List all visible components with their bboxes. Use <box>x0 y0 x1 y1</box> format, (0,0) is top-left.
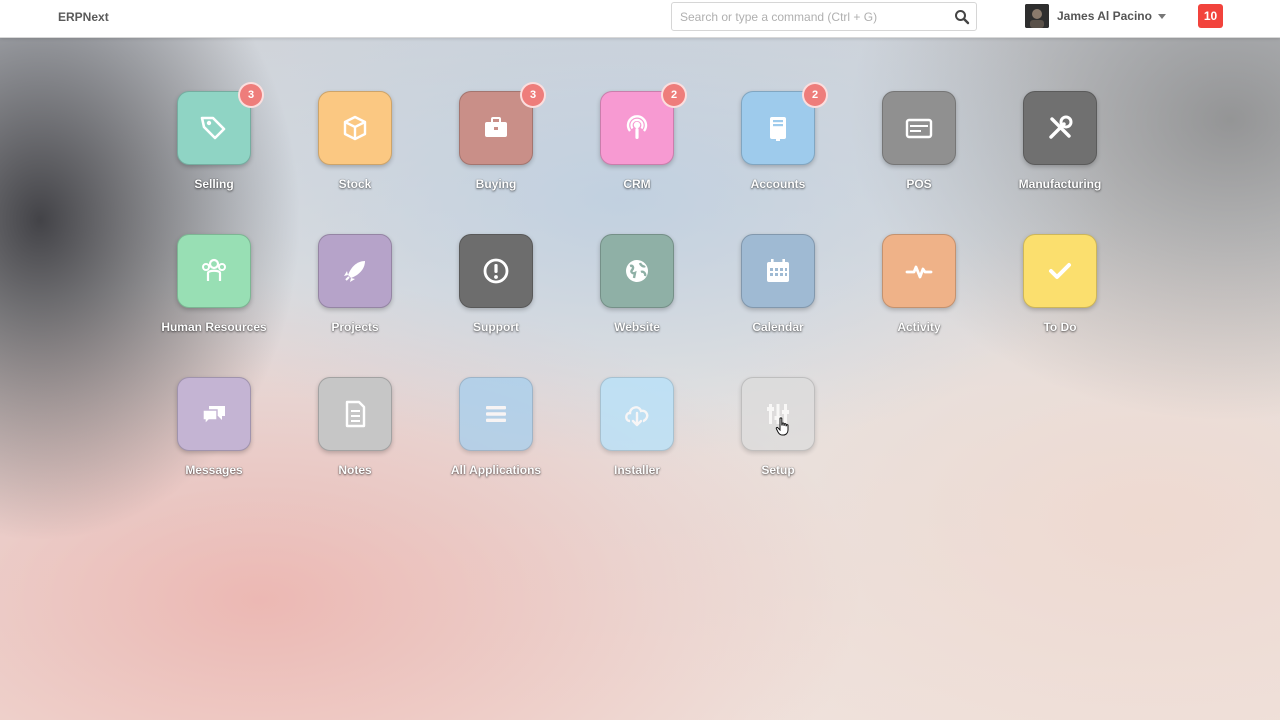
app-installer[interactable]: Installer <box>572 377 702 497</box>
user-name: James Al Pacino <box>1057 9 1152 23</box>
check-icon <box>1049 263 1071 279</box>
app-tile-projects[interactable] <box>318 234 392 308</box>
app-label: All Applications <box>450 463 542 477</box>
app-badge: 3 <box>238 82 264 108</box>
app-support[interactable]: Support <box>431 234 561 354</box>
app-label: POS <box>906 177 932 191</box>
app-label: Website <box>614 320 660 334</box>
app-tile-setup[interactable] <box>741 377 815 451</box>
notification-badge[interactable]: 10 <box>1198 4 1223 28</box>
app-badge: 2 <box>802 82 828 108</box>
app-selling[interactable]: 3 Selling <box>149 82 279 211</box>
chevron-down-icon <box>1157 13 1166 19</box>
list-icon <box>486 406 506 422</box>
app-tile-installer[interactable] <box>600 377 674 451</box>
app-label: Human Resources <box>161 320 267 334</box>
app-manufacturing[interactable]: Manufacturing <box>995 91 1125 211</box>
exclamation-icon <box>483 258 509 284</box>
app-buying[interactable]: 3 Buying <box>431 82 561 211</box>
app-website[interactable]: Website <box>572 234 702 354</box>
pulse-icon <box>905 265 933 279</box>
app-label: Manufacturing <box>1018 177 1102 191</box>
hand-cursor-icon <box>775 417 789 436</box>
app-label: To Do <box>1043 320 1077 334</box>
app-tile-website[interactable] <box>600 234 674 308</box>
app-label: Installer <box>613 463 661 477</box>
app-notes[interactable]: Notes <box>290 377 420 497</box>
file-icon <box>345 400 366 428</box>
app-tile-to-do[interactable] <box>1023 234 1097 308</box>
app-activity[interactable]: Activity <box>854 234 984 354</box>
app-tile-calendar[interactable] <box>741 234 815 308</box>
app-all-applications[interactable]: All Applications <box>431 377 561 497</box>
brand-link[interactable]: ERPNext <box>58 10 109 24</box>
app-messages[interactable]: Messages <box>149 377 279 497</box>
users-icon <box>202 258 226 281</box>
rocket-icon <box>344 261 365 282</box>
app-tile-notes[interactable] <box>318 377 392 451</box>
app-tile-messages[interactable] <box>177 377 251 451</box>
app-tile-pos[interactable] <box>882 91 956 165</box>
comments-icon <box>202 406 225 426</box>
credit-card-icon <box>905 118 933 139</box>
globe-icon <box>626 260 648 282</box>
app-tile-stock[interactable] <box>318 91 392 165</box>
app-label: Setup <box>761 463 795 477</box>
app-tile-manufacturing[interactable] <box>1023 91 1097 165</box>
app-crm[interactable]: 2 CRM <box>572 82 702 211</box>
user-menu[interactable]: James Al Pacino <box>1025 4 1166 28</box>
app-label: Projects <box>331 320 379 334</box>
app-tile-human-resources[interactable] <box>177 234 251 308</box>
podcast-icon <box>626 115 648 139</box>
book-icon <box>770 117 786 141</box>
app-setup[interactable]: Setup <box>713 377 843 497</box>
app-label: Selling <box>194 177 234 191</box>
app-label: CRM <box>623 177 651 191</box>
app-label: Buying <box>475 177 517 191</box>
app-label: Activity <box>897 320 941 334</box>
app-calendar[interactable]: Calendar <box>713 234 843 354</box>
app-badge: 2 <box>661 82 687 108</box>
box-icon <box>343 115 367 141</box>
app-label: Support <box>473 320 519 334</box>
briefcase-icon <box>485 117 507 137</box>
search-icon[interactable] <box>954 9 970 25</box>
avatar <box>1025 4 1049 28</box>
calendar-icon <box>767 259 789 282</box>
app-label: Calendar <box>752 320 804 334</box>
app-label: Stock <box>338 177 372 191</box>
app-projects[interactable]: Projects <box>290 234 420 354</box>
cloud-download-icon <box>625 406 649 427</box>
app-tile-support[interactable] <box>459 234 533 308</box>
app-tile-activity[interactable] <box>882 234 956 308</box>
tag-icon <box>200 116 226 140</box>
app-stock[interactable]: Stock <box>290 91 420 211</box>
app-human-resources[interactable]: Human Resources <box>149 234 279 354</box>
app-label: Messages <box>185 463 243 477</box>
search-input[interactable] <box>680 9 950 25</box>
app-pos[interactable]: POS <box>854 91 984 211</box>
app-label: Notes <box>338 463 372 477</box>
app-label: Accounts <box>750 177 806 191</box>
top-navbar: ERPNext James Al Pacino 10 <box>0 0 1280 38</box>
app-accounts[interactable]: 2 Accounts <box>713 82 843 211</box>
app-tile-all-applications[interactable] <box>459 377 533 451</box>
search-box[interactable] <box>671 2 977 31</box>
wrench-icon <box>1049 115 1073 139</box>
app-badge: 3 <box>520 82 546 108</box>
app-to-do[interactable]: To Do <box>995 234 1125 354</box>
